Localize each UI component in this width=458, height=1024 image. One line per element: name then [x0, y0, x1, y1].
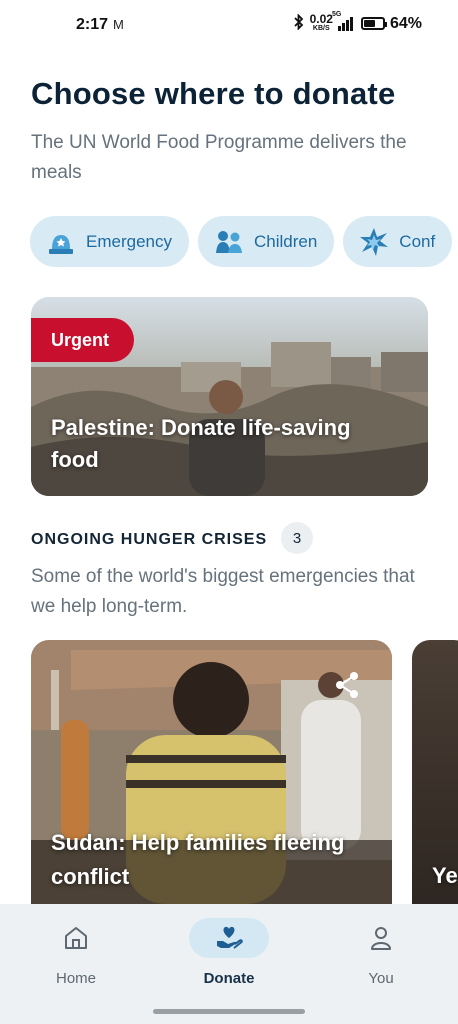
nav-you[interactable]: You: [331, 918, 431, 987]
crisis-card-title: Sudan: Help families fleeing conflict: [51, 830, 345, 889]
crisis-card-sudan[interactable]: Sudan: Help families fleeing conflict: [31, 640, 392, 904]
children-icon: [214, 227, 244, 257]
network-speed: 0.02 KB/S: [309, 11, 333, 32]
chip-label: Conf: [399, 231, 436, 251]
section-description: Some of the world's biggest emergencies …: [31, 566, 415, 617]
crisis-card-title: Ye: [432, 863, 458, 888]
chip-label: Emergency: [86, 231, 172, 251]
conflict-icon: [359, 227, 389, 257]
emergency-icon: [46, 227, 76, 257]
category-chips: Emergency Children Conf: [30, 216, 453, 267]
battery-icon: [360, 17, 387, 30]
nav-home[interactable]: Home: [26, 918, 126, 987]
home-icon: [36, 918, 116, 958]
chip-label: Children: [253, 231, 318, 251]
gesture-bar[interactable]: [153, 1009, 305, 1014]
urgent-card-palestine[interactable]: Urgent Palestine: Donate life-saving foo…: [31, 297, 428, 496]
urgent-badge: Urgent: [31, 318, 134, 362]
urgent-card-title: Palestine: Donate life-saving food: [51, 415, 351, 472]
battery-percent: 64%: [389, 14, 422, 32]
user-icon: [341, 918, 421, 958]
share-icon[interactable]: [332, 670, 362, 700]
bottom-nav: Home Donate You: [0, 904, 458, 1024]
status-time: 2:17: [76, 16, 109, 33]
crisis-card-yemen[interactable]: Ye: [412, 640, 458, 904]
nav-home-label: Home: [55, 970, 96, 987]
section-count-badge: 3: [281, 522, 313, 554]
nav-you-label: You: [368, 970, 394, 987]
nav-donate-label: Donate: [203, 970, 255, 987]
chip-emergency[interactable]: Emergency: [30, 216, 189, 267]
chip-children[interactable]: Children: [197, 216, 335, 267]
nav-donate[interactable]: Donate: [179, 918, 279, 987]
status-bar: 2:17 M 0.02 KB/S 5G 64%: [0, 0, 458, 52]
section-title: ONGOING HUNGER CRISES: [31, 531, 268, 548]
gmail-icon: M: [113, 17, 124, 32]
bluetooth-icon: [293, 13, 305, 33]
signal-icon: 5G: [332, 11, 353, 31]
chip-conflict[interactable]: Conf: [343, 216, 453, 267]
page-title: Choose where to donate: [31, 76, 396, 111]
page-subtitle: The UN World Food Programme delivers the…: [31, 132, 407, 183]
donate-heart-hand-icon: [189, 918, 269, 958]
